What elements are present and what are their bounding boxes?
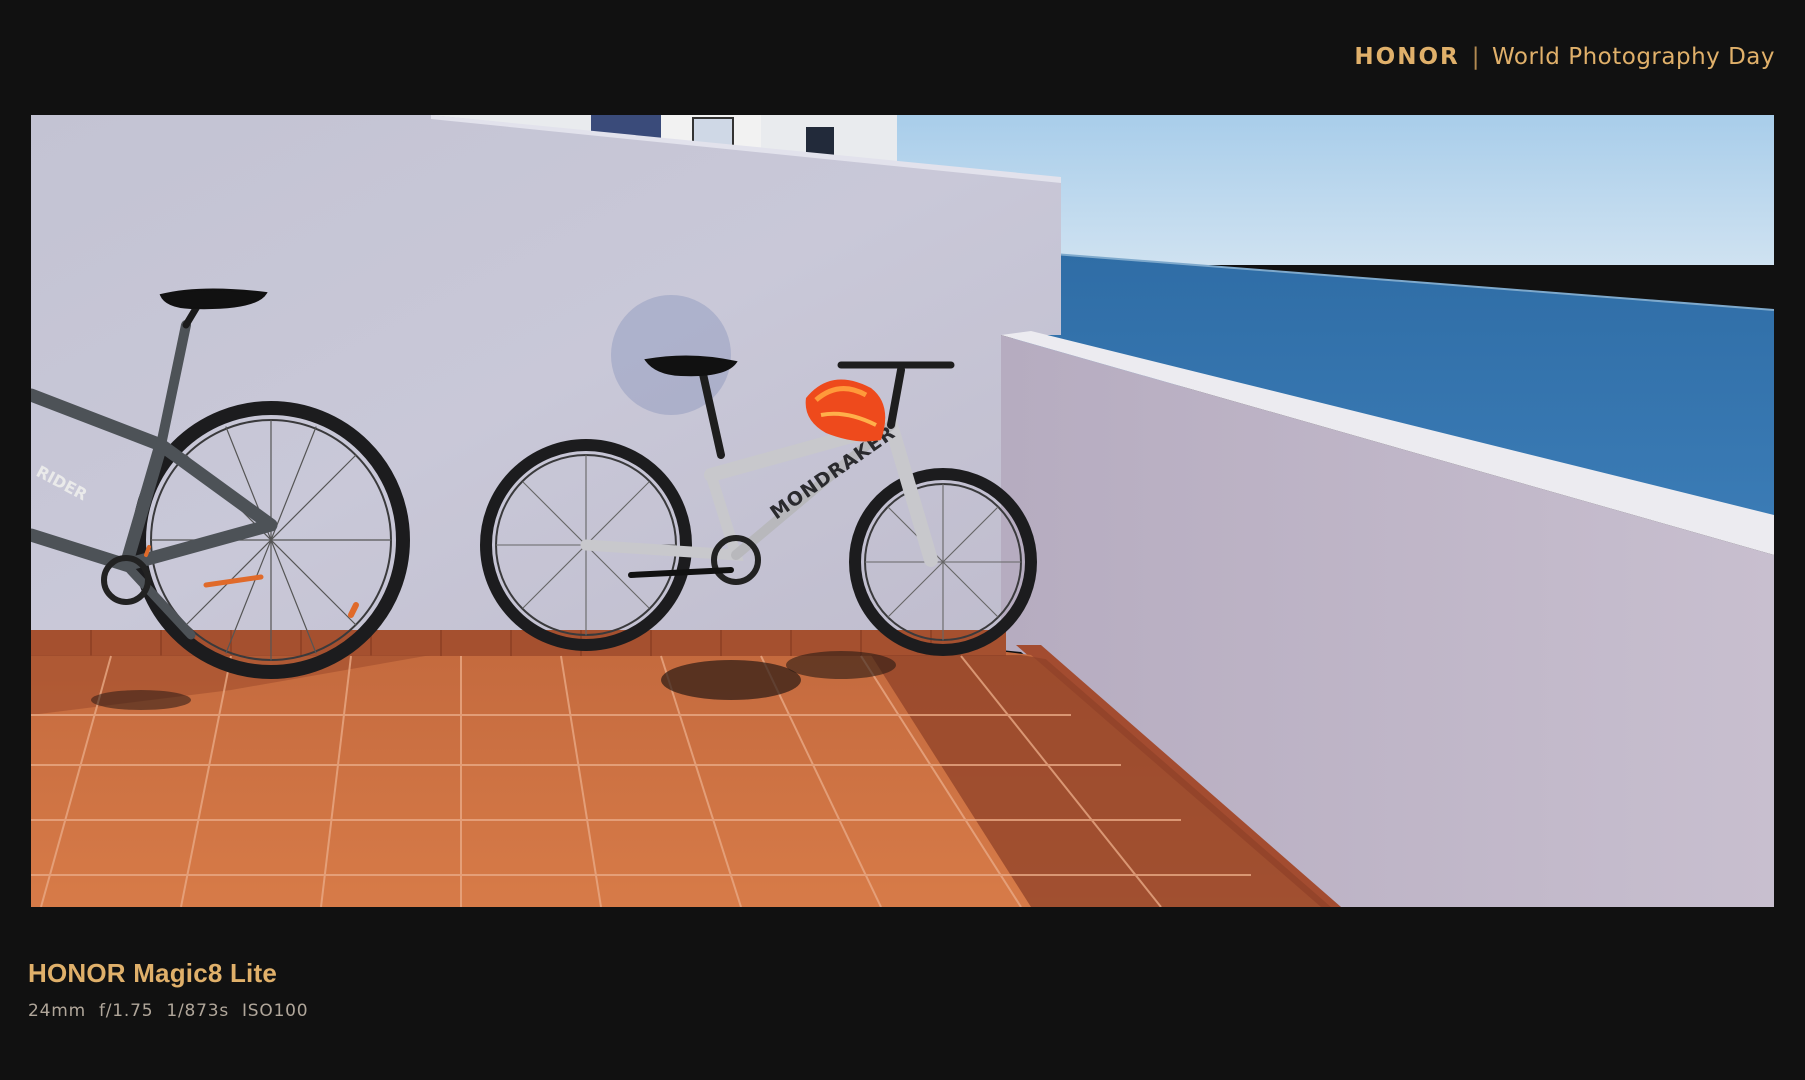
aperture: f/1.75 xyxy=(98,1001,154,1021)
brand-name: HONOR xyxy=(1354,44,1460,70)
photo-info-footer: HONOR Magic8 Lite 24mm f/1.75 1/873s ISO… xyxy=(28,958,308,1021)
shutter-speed: 1/873s xyxy=(166,1001,229,1021)
exif-info: 24mm f/1.75 1/873s ISO100 xyxy=(28,1001,308,1021)
focal-length: 24mm xyxy=(28,1001,86,1021)
watermark-header: HONOR | World Photography Day xyxy=(1354,44,1775,70)
iso: ISO100 xyxy=(241,1001,309,1021)
photo: RIDER MONDRAKER xyxy=(31,115,1774,907)
brand-separator: | xyxy=(1471,44,1480,70)
device-name: HONOR Magic8 Lite xyxy=(28,958,277,988)
event-title: World Photography Day xyxy=(1492,44,1775,70)
